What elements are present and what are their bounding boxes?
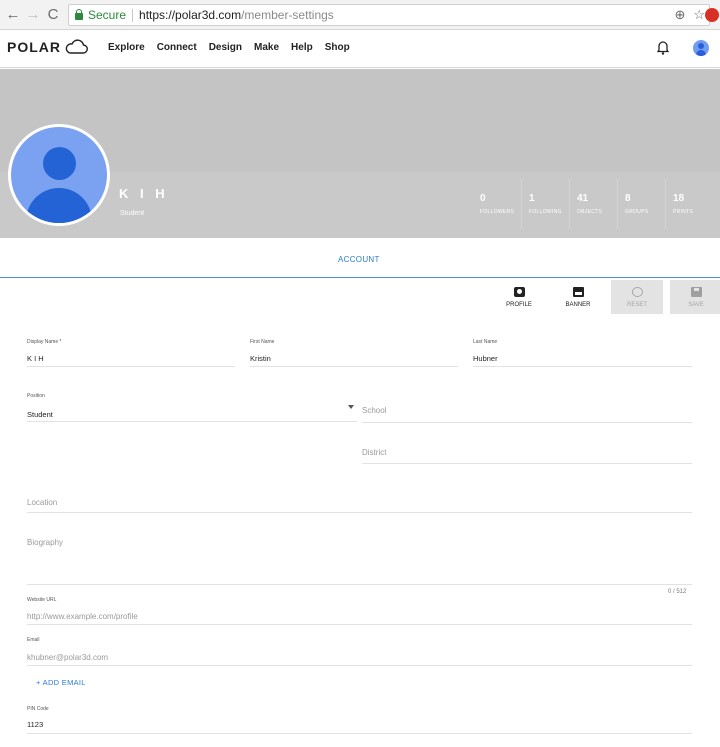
pin-code-label: PIN Code bbox=[27, 706, 49, 712]
address-bar[interactable]: Secure https://polar3d.com /member-setti… bbox=[68, 4, 719, 26]
banner-button-label: BANNER bbox=[565, 302, 591, 308]
stat-value: 41 bbox=[577, 193, 589, 204]
lock-icon bbox=[75, 9, 83, 20]
main-nav: Explore Connect Design Make Help Shop bbox=[108, 42, 350, 53]
save-icon bbox=[690, 287, 702, 297]
avatar-placeholder-icon bbox=[11, 127, 107, 223]
profile-display-name: K I H bbox=[119, 186, 169, 201]
app-header: POLAR Explore Connect Design Make Help S… bbox=[0, 30, 720, 68]
profile-banner bbox=[0, 69, 720, 172]
biography-placeholder: Biography bbox=[27, 538, 64, 547]
profile-button-label: PROFILE bbox=[506, 302, 532, 308]
banner-image-button[interactable]: BANNER bbox=[552, 280, 604, 314]
stat-objects[interactable]: 41 OBJECTS bbox=[569, 179, 617, 229]
stat-label: FOLLOWERS bbox=[480, 209, 515, 215]
tab-account[interactable]: ACCOUNT bbox=[338, 255, 380, 264]
stat-groups[interactable]: 8 GROUPS bbox=[617, 179, 665, 229]
tab-bar: ACCOUNT bbox=[0, 238, 720, 278]
user-avatar[interactable] bbox=[693, 40, 709, 56]
stat-label: FOLLOWING bbox=[529, 209, 562, 215]
website-url-field[interactable]: Website URL http://www.example.com/profi… bbox=[27, 595, 692, 625]
camera-icon bbox=[513, 287, 525, 297]
image-icon bbox=[572, 287, 584, 297]
location-field[interactable]: Location bbox=[27, 492, 692, 513]
secure-label: Secure bbox=[88, 8, 127, 22]
stat-value: 8 bbox=[625, 193, 631, 204]
first-name-value: Kristin bbox=[250, 354, 271, 363]
stat-label: PRINTS bbox=[673, 209, 694, 215]
profile-role: Student bbox=[120, 210, 145, 217]
email-value: khubner@polar3d.com bbox=[27, 653, 109, 662]
location-placeholder: Location bbox=[27, 498, 58, 507]
add-email-button[interactable]: + ADD EMAIL bbox=[36, 678, 86, 687]
forward-icon[interactable]: → bbox=[23, 6, 43, 23]
polar-logo[interactable]: POLAR bbox=[7, 39, 88, 55]
position-select[interactable]: Position Student bbox=[27, 391, 357, 422]
save-button[interactable]: SAVE bbox=[670, 280, 720, 314]
stat-following[interactable]: 1 FOLLOWING bbox=[521, 179, 569, 229]
zoom-icon[interactable]: ⊕ bbox=[674, 7, 685, 23]
stat-label: OBJECTS bbox=[577, 209, 603, 215]
last-name-label: Last Name bbox=[473, 339, 498, 345]
logo-text: POLAR bbox=[7, 39, 61, 55]
browser-toolbar: ← → C Secure https://polar3d.com /member… bbox=[0, 0, 720, 30]
first-name-label: First Name bbox=[250, 339, 275, 345]
position-label: Position bbox=[27, 393, 45, 399]
email-field[interactable]: Email khubner@polar3d.com bbox=[27, 635, 692, 666]
last-name-value: Hubner bbox=[473, 354, 498, 363]
profile-photo-button[interactable]: PROFILE bbox=[493, 280, 545, 314]
email-label: Email bbox=[27, 637, 40, 643]
website-url-placeholder: http://www.example.com/profile bbox=[27, 612, 138, 621]
school-field[interactable]: School bbox=[362, 400, 692, 423]
nav-shop[interactable]: Shop bbox=[325, 42, 350, 53]
nav-explore[interactable]: Explore bbox=[108, 42, 145, 53]
nav-connect[interactable]: Connect bbox=[157, 42, 197, 53]
position-value: Student bbox=[27, 410, 53, 419]
cloud-icon bbox=[65, 39, 88, 54]
school-placeholder: School bbox=[362, 406, 387, 415]
nav-make[interactable]: Make bbox=[254, 42, 279, 53]
settings-toolbar: PROFILE BANNER RESET SAVE bbox=[493, 280, 720, 314]
bell-icon[interactable] bbox=[657, 41, 669, 55]
first-name-field[interactable]: First Name Kristin bbox=[250, 337, 458, 367]
url-host: https://polar3d.com bbox=[139, 8, 242, 22]
district-placeholder: District bbox=[362, 448, 387, 457]
stat-value: 18 bbox=[673, 193, 685, 204]
last-name-field[interactable]: Last Name Hubner bbox=[473, 337, 692, 367]
profile-photo bbox=[8, 124, 110, 226]
stat-label: GROUPS bbox=[625, 209, 649, 215]
extension-icon[interactable] bbox=[705, 8, 719, 22]
display-name-label: Display Name * bbox=[27, 339, 62, 345]
display-name-value: K I H bbox=[27, 354, 44, 363]
url-path: /member-settings bbox=[241, 8, 334, 22]
nav-help[interactable]: Help bbox=[291, 42, 313, 53]
biography-field[interactable]: Biography bbox=[27, 532, 692, 585]
display-name-field[interactable]: Display Name * K I H bbox=[27, 337, 235, 367]
district-field[interactable]: District bbox=[362, 442, 692, 464]
save-button-label: SAVE bbox=[688, 302, 704, 308]
chevron-down-icon bbox=[348, 405, 354, 409]
stat-value: 0 bbox=[480, 193, 486, 204]
stat-followers[interactable]: 0 FOLLOWERS bbox=[473, 179, 521, 229]
reset-icon bbox=[631, 287, 643, 297]
back-icon[interactable]: ← bbox=[3, 6, 23, 23]
profile-stats: 0 FOLLOWERS 1 FOLLOWING 41 OBJECTS 8 GRO… bbox=[473, 179, 713, 229]
reload-icon[interactable]: C bbox=[43, 6, 63, 23]
pin-code-value: 1123 bbox=[27, 720, 44, 729]
bookmark-star-icon[interactable]: ☆ bbox=[693, 7, 705, 23]
reset-button[interactable]: RESET bbox=[611, 280, 663, 314]
reset-button-label: RESET bbox=[626, 302, 647, 308]
stat-prints[interactable]: 18 PRINTS bbox=[665, 179, 713, 229]
nav-design[interactable]: Design bbox=[209, 42, 242, 53]
stat-value: 1 bbox=[529, 193, 535, 204]
address-separator bbox=[132, 8, 134, 22]
pin-code-field[interactable]: PIN Code 1123 bbox=[27, 704, 692, 734]
website-url-label: Website URL bbox=[27, 597, 57, 603]
